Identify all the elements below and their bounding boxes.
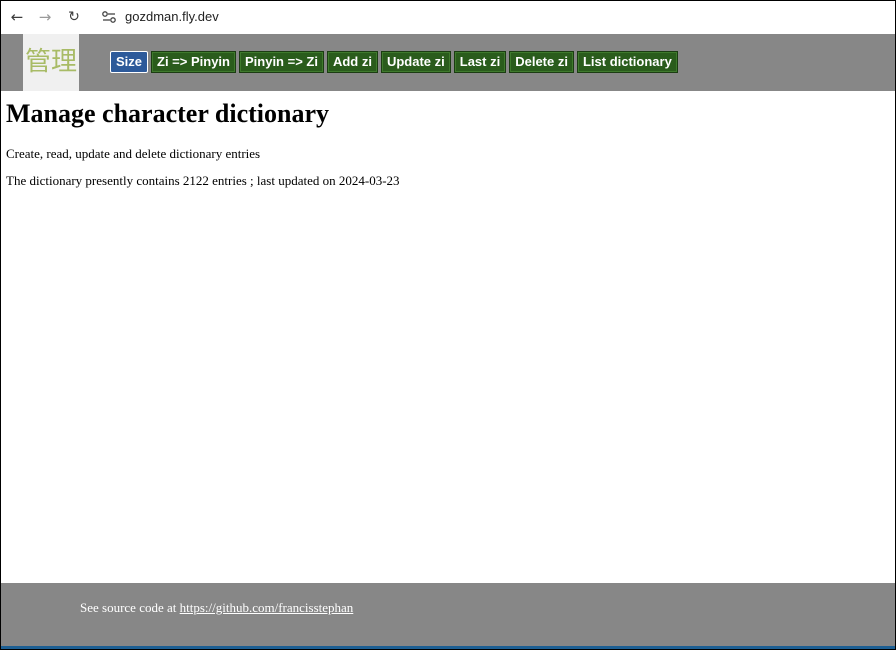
browser-window: ← → ↻ gozdman.fly.dev 管理 Size Zi => Piny…: [0, 0, 896, 650]
arrow-right-icon[interactable]: →: [34, 6, 56, 28]
status-middle: entries ; last updated on: [208, 173, 339, 188]
menu-add-zi-button[interactable]: Add zi: [326, 51, 378, 73]
last-updated-date: 2024-03-23: [338, 173, 400, 188]
site-header: 管理 Size Zi => Pinyin Pinyin => Zi Add zi…: [1, 34, 895, 91]
github-link[interactable]: https://github.com/francisstephan: [180, 600, 354, 615]
tune-icon[interactable]: [100, 8, 118, 26]
site-footer: See source code at https://github.com/fr…: [1, 583, 895, 646]
dictionary-status: The dictionary presently contains 2122 e…: [6, 173, 400, 189]
menu-size-button[interactable]: Size: [110, 51, 149, 73]
bottom-accent-line: [1, 646, 895, 649]
site-logo: 管理: [23, 34, 79, 91]
arrow-left-icon[interactable]: ←: [6, 6, 28, 28]
reload-icon[interactable]: ↻: [63, 6, 85, 28]
footer-label: See source code at: [80, 600, 180, 615]
status-prefix: The dictionary presently contains: [6, 173, 183, 188]
entry-count: 2122: [182, 173, 209, 188]
menu-list-dictionary-button[interactable]: List dictionary: [576, 51, 678, 73]
footer-text: See source code at https://github.com/fr…: [80, 600, 353, 616]
menu-zi-to-pinyin-button[interactable]: Zi => Pinyin: [151, 51, 236, 73]
menu-update-zi-button[interactable]: Update zi: [380, 51, 451, 73]
main-content: Manage character dictionary Create, read…: [6, 97, 400, 188]
page-subtitle: Create, read, update and delete dictiona…: [6, 146, 261, 161]
page-title: Manage character dictionary: [6, 99, 329, 128]
menu-last-zi-button[interactable]: Last zi: [453, 51, 507, 73]
address-bar[interactable]: gozdman.fly.dev: [125, 9, 219, 24]
main-menu: Size Zi => Pinyin Pinyin => Zi Add zi Up…: [110, 51, 678, 73]
browser-toolbar: ← → ↻ gozdman.fly.dev: [1, 1, 895, 34]
menu-delete-zi-button[interactable]: Delete zi: [509, 51, 574, 73]
menu-pinyin-to-zi-button[interactable]: Pinyin => Zi: [238, 51, 324, 73]
